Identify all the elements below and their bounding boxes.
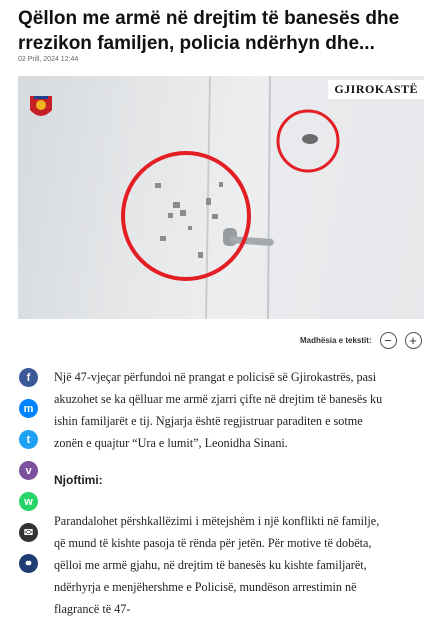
viber-icon: v bbox=[25, 464, 32, 477]
viber-share-button[interactable]: v bbox=[19, 461, 38, 480]
link-share-button[interactable]: ⚭ bbox=[19, 554, 38, 573]
messenger-icon: m bbox=[23, 402, 34, 415]
messenger-share-button[interactable]: m bbox=[19, 399, 38, 418]
whatsapp-share-button[interactable]: w bbox=[19, 492, 38, 511]
font-size-control: Madhësia e tekstit: − + bbox=[300, 332, 422, 349]
article-subheading: Njoftimi: bbox=[54, 473, 103, 487]
article-date: 02 Prill, 2024 12:44 bbox=[18, 56, 79, 63]
article-title: Qëllon me armë në drejtim të banesës dhe… bbox=[18, 8, 400, 54]
article-paragraph: Parandalohet përshkallëzimi i mëtejshëm … bbox=[54, 514, 380, 616]
font-size-label: Madhësia e tekstit: bbox=[300, 336, 372, 345]
whatsapp-icon: w bbox=[24, 495, 33, 508]
location-watermark: GJIROKASTË bbox=[328, 80, 424, 99]
article-image: GJIROKASTË bbox=[18, 76, 424, 319]
facebook-icon: f bbox=[26, 371, 31, 384]
twitter-share-button[interactable]: t bbox=[19, 430, 38, 449]
email-icon: ✉ bbox=[23, 527, 34, 539]
decrease-font-button[interactable]: − bbox=[379, 332, 397, 349]
link-icon: ⚭ bbox=[23, 558, 34, 570]
door-photo-graphic bbox=[30, 76, 424, 319]
twitter-icon: t bbox=[26, 433, 31, 446]
increase-font-button[interactable]: + bbox=[404, 332, 422, 349]
article-paragraph: Një 47-vjeçar përfundoi në prangat e pol… bbox=[54, 370, 383, 450]
facebook-share-button[interactable]: f bbox=[19, 368, 38, 387]
email-share-button[interactable]: ✉ bbox=[19, 523, 38, 542]
